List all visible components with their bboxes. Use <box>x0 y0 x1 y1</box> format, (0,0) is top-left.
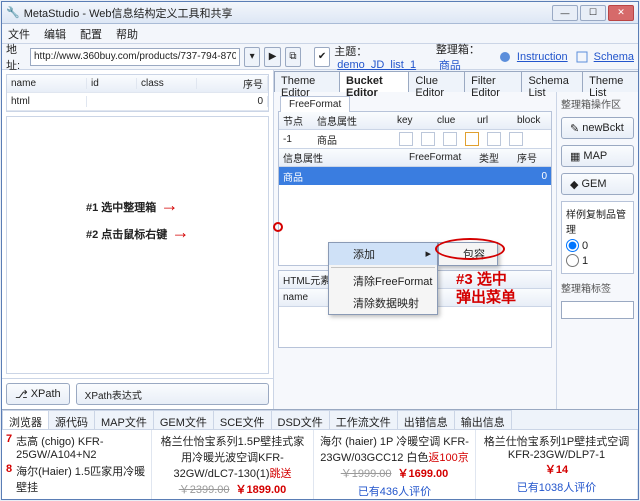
close-button[interactable]: ✕ <box>608 5 634 21</box>
go-button[interactable]: ▶ <box>264 47 280 67</box>
col-class[interactable]: class <box>137 78 197 89</box>
window-titlebar: 🔧 MetaStudio - Web信息结构定义工具和共享 — ☐ ✕ <box>2 2 638 24</box>
ctx-add[interactable]: 添加▸ <box>329 243 437 265</box>
gem-icon: ◆ <box>570 178 578 191</box>
maximize-button[interactable]: ☐ <box>580 5 606 21</box>
home-icon[interactable] <box>465 132 479 146</box>
menu-config[interactable]: 配置 <box>80 26 102 42</box>
bucket-tag-label: 整理箱标签 <box>561 280 634 295</box>
schema-link[interactable]: Schema <box>576 51 634 63</box>
new-bucket-button[interactable]: ✎newBckt <box>561 117 634 139</box>
ff-col-clue: clue <box>433 115 473 126</box>
bucket-row-selected[interactable]: 商品 0 <box>279 167 551 185</box>
check-icon[interactable] <box>443 132 457 146</box>
minimize-button[interactable]: — <box>552 5 578 21</box>
ff-col-block: block <box>513 115 544 126</box>
annotation-2: #2 点击鼠标右键 → <box>86 222 189 243</box>
ctx-clear-ff[interactable]: 清除FreeFormat <box>329 270 437 292</box>
menu-help[interactable]: 帮助 <box>116 26 138 42</box>
g-col-info[interactable]: 信息属性 <box>279 150 405 165</box>
menu-edit[interactable]: 编辑 <box>44 26 66 42</box>
address-label: 地址: <box>6 41 26 73</box>
table-row[interactable]: html 0 <box>7 93 268 111</box>
tab-clue-editor[interactable]: Clue Editor <box>408 71 465 92</box>
manager-label: 整理箱： <box>436 44 480 56</box>
app-icon: 🔧 <box>6 6 20 19</box>
ftab-browser[interactable]: 浏览器 <box>2 410 49 429</box>
window-title: MetaStudio - Web信息结构定义工具和共享 <box>24 5 233 21</box>
g-col-seq[interactable]: 序号 <box>513 150 551 165</box>
tab-theme-list[interactable]: Theme List <box>582 71 638 92</box>
col-id[interactable]: id <box>87 78 137 89</box>
col-name[interactable]: name <box>7 78 87 89</box>
rank-item[interactable]: 7志高 (chigo) KFR-25GW/A104+N2 <box>6 433 147 461</box>
freeformat-tab[interactable]: FreeFormat <box>280 96 350 112</box>
product-card[interactable]: 格兰仕怡宝系列1.5P壁挂式家用冷暖光波空调KFR-32GW/dLC7-130(… <box>152 430 314 499</box>
ctx-clear-data[interactable]: 清除数据映射 <box>329 292 437 314</box>
ff-col-key: key <box>393 115 433 126</box>
topic-label: 主题： <box>334 46 367 58</box>
map-button[interactable]: ▦MAP <box>561 145 634 167</box>
ff-row[interactable]: -1 商品 <box>279 130 551 148</box>
tab-schema-list[interactable]: Schema List <box>521 71 583 92</box>
radio-1[interactable]: 1 <box>566 254 629 267</box>
annotation-oval <box>435 238 505 260</box>
tab-bucket-editor[interactable]: Bucket Editor <box>339 71 409 92</box>
footer-tabs: 浏览器 源代码 MAP文件 GEM文件 SCE文件 DSD文件 工作流文件 出错… <box>2 410 638 430</box>
addr-dropdown-button[interactable]: ▾ <box>244 47 260 67</box>
plus-icon: ✎ <box>570 122 579 135</box>
ftab-map[interactable]: MAP文件 <box>94 410 154 429</box>
dom-tree[interactable] <box>6 116 269 374</box>
ftab-sce[interactable]: SCE文件 <box>213 410 272 429</box>
submenu-arrow-icon: ▸ <box>425 247 431 260</box>
ff-col-info: 信息属性 <box>313 113 393 128</box>
editor-tabs: Theme Editor Bucket Editor Clue Editor F… <box>274 70 638 92</box>
annotation-3b: 弹出菜单 <box>456 286 516 307</box>
ff-col-url: url <box>473 115 513 126</box>
rank-item[interactable]: 8海尔(Haier) 1.5匹家用冷暖壁挂 <box>6 463 147 495</box>
address-input[interactable] <box>30 48 240 66</box>
check-icon[interactable] <box>487 132 501 146</box>
menu-bar: 文件 编辑 配置 帮助 <box>2 24 638 44</box>
check-icon-button[interactable]: ✔ <box>314 47 330 67</box>
context-menu: 添加▸ 清除FreeFormat 清除数据映射 <box>328 242 438 315</box>
instruction-link[interactable]: Instruction <box>499 51 568 63</box>
product-card[interactable]: 海尔 (haier) 1P 冷暖空调 KFR-23GW/03GCC12 白色返1… <box>314 430 476 499</box>
product-preview: 7志高 (chigo) KFR-25GW/A104+N2 8海尔(Haier) … <box>2 430 638 499</box>
ftab-output[interactable]: 输出信息 <box>454 410 512 429</box>
gem-button[interactable]: ◆GEM <box>561 173 634 195</box>
ftab-source[interactable]: 源代码 <box>48 410 95 429</box>
sample-copy-group: 样例复制品管理 0 1 <box>561 201 634 274</box>
dom-table: name id class 序号 html 0 <box>6 74 269 112</box>
check-icon[interactable] <box>509 132 523 146</box>
g-col-type[interactable]: 类型 <box>475 150 513 165</box>
ftab-error[interactable]: 出错信息 <box>397 410 455 429</box>
tab-theme-editor[interactable]: Theme Editor <box>274 71 340 92</box>
xpath-button[interactable]: ⎇XPath <box>6 383 70 405</box>
topic-link[interactable]: demo_JD_list_1 <box>337 59 416 71</box>
xpath-expr-button[interactable]: XPath表达式 <box>76 383 269 405</box>
tab-filter-editor[interactable]: Filter Editor <box>464 71 522 92</box>
menu-file[interactable]: 文件 <box>8 26 30 42</box>
ftab-gem[interactable]: GEM文件 <box>153 410 214 429</box>
address-bar: 地址: ▾ ▶ ⧉ ✔ 主题：demo_JD_list_1 整理箱：商品 Ins… <box>2 44 638 70</box>
g-col-ff[interactable]: FreeFormat <box>405 152 475 163</box>
check-icon[interactable] <box>399 132 413 146</box>
ftab-dsd[interactable]: DSD文件 <box>271 410 330 429</box>
check-icon[interactable] <box>421 132 435 146</box>
col-seq[interactable]: 序号 <box>197 76 268 91</box>
ff-col-node: 节点 <box>279 113 313 128</box>
annotation-1: #1 选中整理箱 → <box>86 195 178 216</box>
radio-0[interactable]: 0 <box>566 239 629 252</box>
annotation-circle <box>273 222 283 232</box>
select-button[interactable]: ⧉ <box>285 47 301 67</box>
map-icon: ▦ <box>570 150 580 163</box>
ftab-workflow[interactable]: 工作流文件 <box>329 410 398 429</box>
bucket-tag-input[interactable] <box>561 301 634 319</box>
xpath-icon: ⎇ <box>15 388 28 401</box>
product-card[interactable]: 格兰仕怡宝系列1P壁挂式空调KFR-23GW/DLP7-1 ￥14 已有1038… <box>476 430 638 499</box>
